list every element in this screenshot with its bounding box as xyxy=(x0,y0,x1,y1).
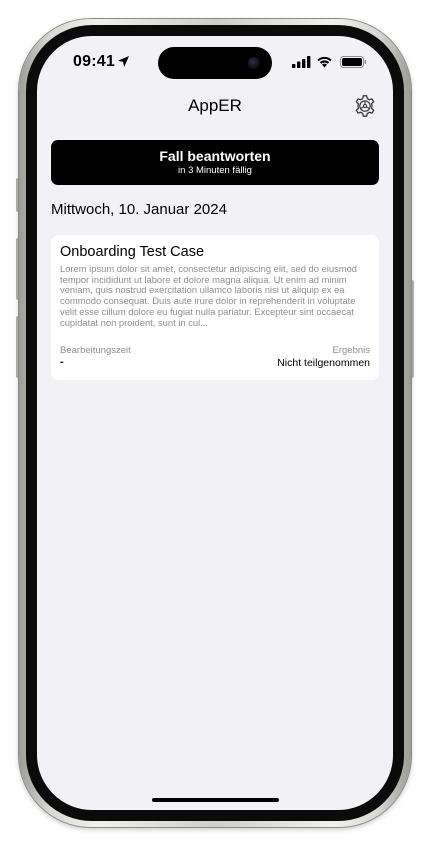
app-title: AppER xyxy=(188,96,242,115)
result-label: Ergebnis xyxy=(332,345,371,356)
processing-time-value: - xyxy=(60,356,64,368)
status-time: 09:41 xyxy=(73,53,115,70)
wifi-icon xyxy=(317,56,332,68)
front-camera-icon xyxy=(248,57,260,69)
case-card[interactable]: Onboarding Test Case Lorem ipsum dolor s… xyxy=(51,235,379,380)
answer-case-button-label: Fall beantworten xyxy=(159,148,271,164)
result-value: Nicht teilgenommen xyxy=(277,357,370,369)
battery-icon xyxy=(340,56,367,68)
home-indicator[interactable] xyxy=(152,798,279,802)
processing-time-label: Bearbeitungszeit xyxy=(60,345,131,356)
device-mockup: 09:41 AppER Fall beantworten in 3 Minute… xyxy=(0,0,430,847)
case-description: Lorem ipsum dolor sit amet, consectetur … xyxy=(60,264,358,328)
date-heading: Mittwoch, 10. Januar 2024 xyxy=(51,201,227,218)
case-title: Onboarding Test Case xyxy=(60,244,205,260)
answer-case-button[interactable]: Fall beantworten in 3 Minuten fällig xyxy=(51,140,379,185)
gear-icon[interactable] xyxy=(353,94,377,118)
cellular-signal-icon xyxy=(292,56,311,68)
location-arrow-icon xyxy=(118,56,129,67)
app-screen: 09:41 AppER Fall beantworten in 3 Minute… xyxy=(37,36,393,810)
answer-case-due-label: in 3 Minuten fällig xyxy=(178,165,252,176)
dynamic-island xyxy=(158,47,272,79)
